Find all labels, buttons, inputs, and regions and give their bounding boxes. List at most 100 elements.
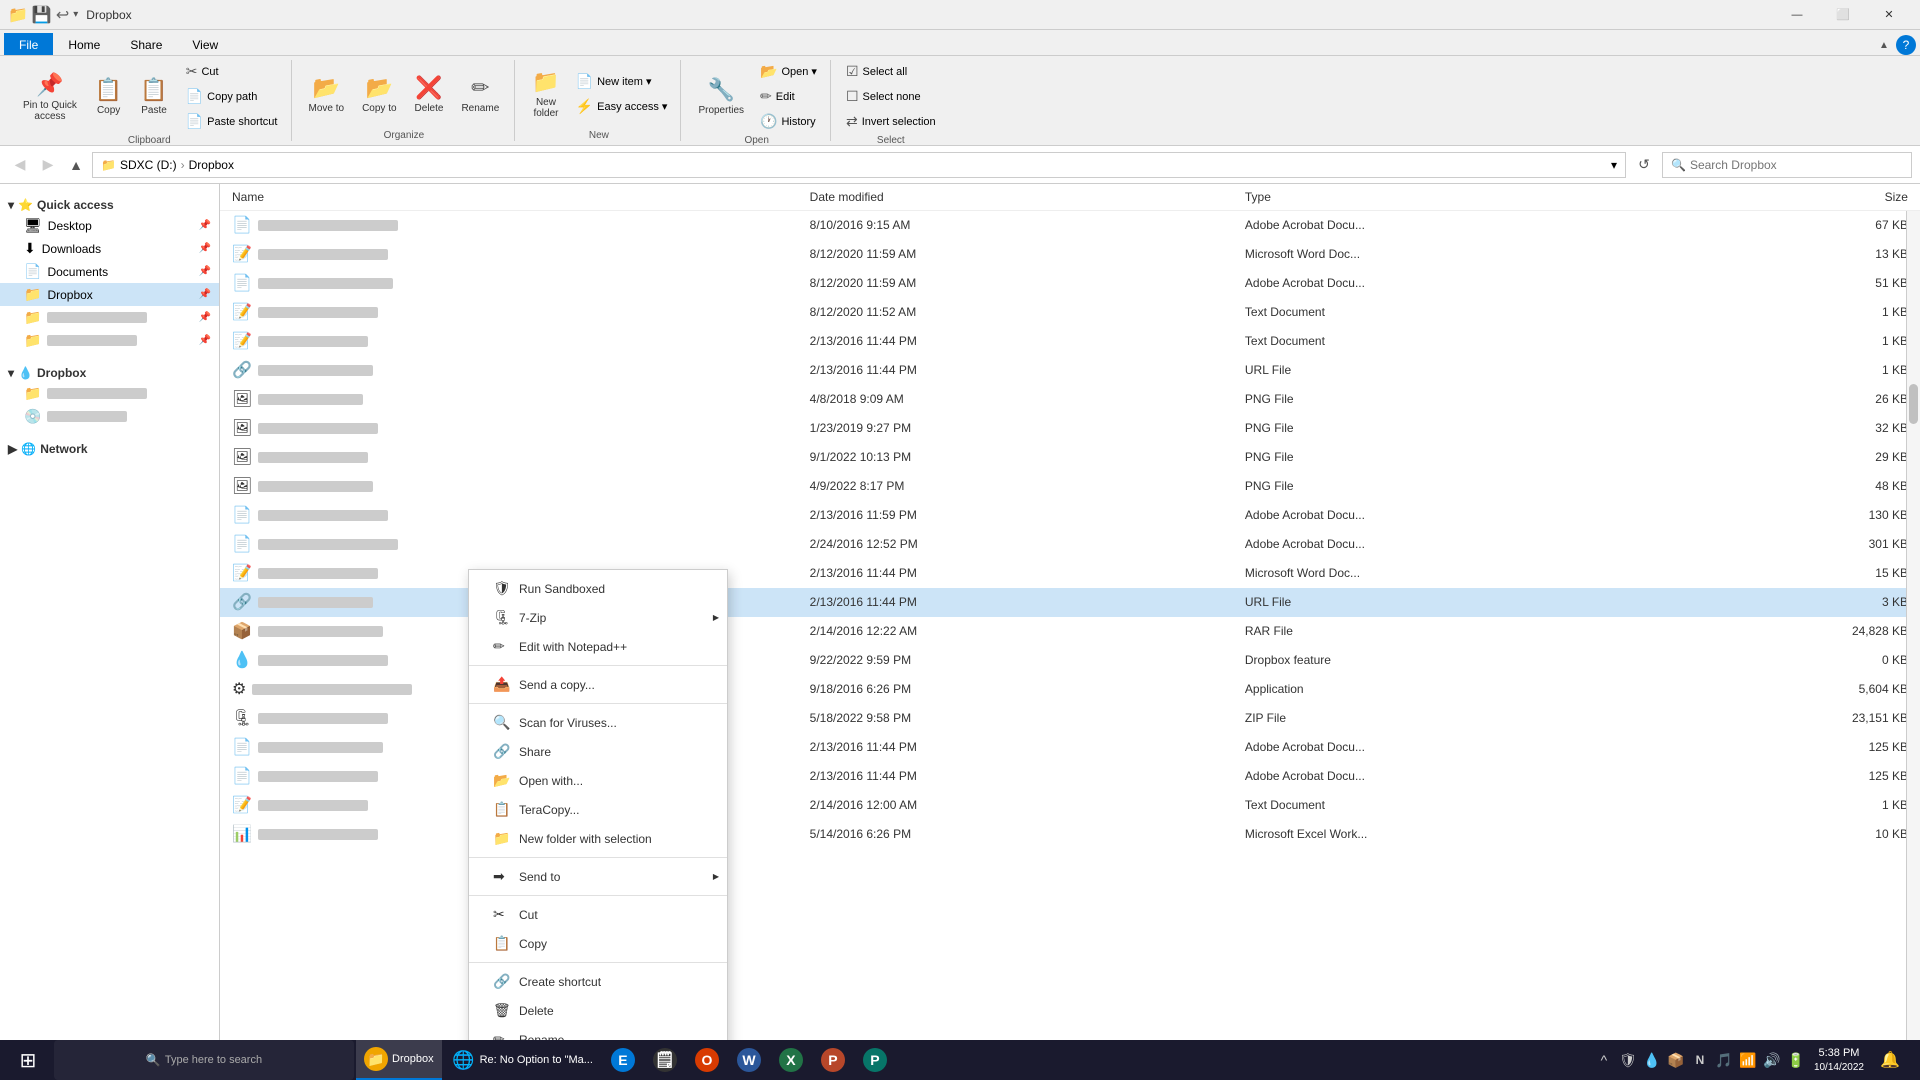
delete-button[interactable]: ❌ Delete bbox=[408, 70, 451, 119]
file-row[interactable]: 🔗 2/13/2016 11:44 PM URL File 1 KB bbox=[220, 356, 1920, 385]
file-row[interactable]: 🖼 4/8/2018 9:09 AM PNG File 26 KB bbox=[220, 385, 1920, 414]
properties-button[interactable]: 🔧 Properties bbox=[691, 72, 751, 121]
sidebar-item-downloads[interactable]: ⬇ Downloads 📌 bbox=[0, 237, 219, 260]
back-button[interactable]: ◀ bbox=[8, 153, 32, 177]
taskbar-btn-dropbox[interactable]: 📁 Dropbox bbox=[356, 1040, 442, 1080]
volume-icon[interactable]: 🔊 bbox=[1762, 1050, 1782, 1070]
ctx-run-sandboxed[interactable]: 🛡 Run Sandboxed bbox=[469, 574, 727, 603]
ctx-create-shortcut[interactable]: 🔗 Create shortcut bbox=[469, 967, 727, 996]
system-time[interactable]: 5:38 PM 10/14/2022 bbox=[1810, 1046, 1868, 1073]
dropbox-section[interactable]: ▾ 💧 Dropbox bbox=[0, 360, 219, 382]
ctx-copy[interactable]: 📋 Copy bbox=[469, 929, 727, 958]
pin-to-quick-access-button[interactable]: 📌 Pin to Quickaccess bbox=[16, 67, 84, 127]
close-button[interactable]: ✕ bbox=[1866, 0, 1912, 30]
copy-button[interactable]: 📋 Copy bbox=[88, 72, 129, 121]
sidebar-item-blurred-1[interactable]: 📁 📌 bbox=[0, 306, 219, 329]
battery-icon[interactable]: 🔋 bbox=[1786, 1050, 1806, 1070]
file-row[interactable]: 📄 2/13/2016 11:59 PM Adobe Acrobat Docu.… bbox=[220, 501, 1920, 530]
taskbar-btn-chrome[interactable]: 🌐 Re: No Option to "Ma... bbox=[444, 1040, 601, 1080]
sidebar-item-dropbox-sub-1[interactable]: 📁 bbox=[0, 382, 219, 405]
ctx-scan-viruses[interactable]: 🔍 Scan for Viruses... bbox=[469, 708, 727, 737]
ctx-delete[interactable]: 🗑 Delete bbox=[469, 996, 727, 1025]
sidebar-item-desktop[interactable]: 🖥 Desktop 📌 bbox=[0, 214, 219, 237]
taskbar-btn-edge[interactable]: E bbox=[603, 1040, 643, 1080]
up-button[interactable]: ▲ bbox=[64, 153, 88, 177]
tray-norton[interactable]: N bbox=[1690, 1050, 1710, 1070]
scrollbar[interactable] bbox=[1906, 184, 1920, 1052]
col-header-date[interactable]: Date modified bbox=[806, 188, 1241, 206]
ctx-teracopy[interactable]: 📋 TeraCopy... bbox=[469, 795, 727, 824]
tray-shield[interactable]: 🛡 bbox=[1618, 1050, 1638, 1070]
tab-view[interactable]: View bbox=[177, 33, 233, 55]
cut-small-button[interactable]: ✂ Cut bbox=[181, 60, 283, 83]
file-row[interactable]: 📝 8/12/2020 11:52 AM Text Document 1 KB bbox=[220, 298, 1920, 327]
file-row[interactable]: 📄 8/10/2016 9:15 AM Adobe Acrobat Docu..… bbox=[220, 211, 1920, 240]
ctx-open-with[interactable]: 📂 Open with... bbox=[469, 766, 727, 795]
tab-share[interactable]: Share bbox=[115, 33, 177, 55]
network-section[interactable]: ▶ 🌐 Network bbox=[0, 436, 219, 458]
taskbar-btn-word[interactable]: W bbox=[729, 1040, 769, 1080]
col-header-name[interactable]: Name bbox=[228, 188, 806, 206]
maximize-button[interactable]: ⬜ bbox=[1820, 0, 1866, 30]
easy-access-button[interactable]: ⚡ Easy access ▾ bbox=[571, 95, 673, 118]
edit-button[interactable]: ✏ Edit bbox=[755, 85, 822, 108]
tray-dropbox[interactable]: 💧 bbox=[1642, 1050, 1662, 1070]
refresh-button[interactable]: ↺ bbox=[1630, 151, 1658, 179]
ctx-send-copy[interactable]: 📤 Send a copy... bbox=[469, 670, 727, 699]
search-input[interactable] bbox=[1690, 158, 1903, 172]
file-row[interactable]: 📝 8/12/2020 11:59 AM Microsoft Word Doc.… bbox=[220, 240, 1920, 269]
tab-home[interactable]: Home bbox=[53, 33, 115, 55]
select-none-button[interactable]: ☐ Select none bbox=[841, 85, 941, 108]
select-all-button[interactable]: ☑ Select all bbox=[841, 60, 941, 83]
sidebar-item-documents[interactable]: 📄 Documents 📌 bbox=[0, 260, 219, 283]
ctx-edit-notepadpp[interactable]: ✏ Edit with Notepad++ bbox=[469, 632, 727, 661]
title-chevron[interactable]: ▾ bbox=[73, 9, 78, 20]
forward-button[interactable]: ▶ bbox=[36, 153, 60, 177]
address-chevron[interactable]: ▾ bbox=[1611, 158, 1617, 172]
history-button[interactable]: 🕐 History bbox=[755, 110, 822, 133]
ctx-cut[interactable]: ✂ Cut bbox=[469, 900, 727, 929]
scrollbar-thumb[interactable] bbox=[1909, 384, 1918, 424]
file-row[interactable]: 📝 2/13/2016 11:44 PM Text Document 1 KB bbox=[220, 327, 1920, 356]
copy-path-button[interactable]: 📄 Copy path bbox=[181, 85, 283, 108]
ctx-new-folder-selection[interactable]: 📁 New folder with selection bbox=[469, 824, 727, 853]
minimize-button[interactable]: — bbox=[1774, 0, 1820, 30]
col-header-type[interactable]: Type bbox=[1241, 188, 1676, 206]
address-path[interactable]: 📁 SDXC (D:) › Dropbox ▾ bbox=[92, 152, 1626, 178]
sidebar-item-dropbox[interactable]: 📁 Dropbox 📌 bbox=[0, 283, 219, 306]
sidebar-item-blurred-2[interactable]: 📁 📌 bbox=[0, 329, 219, 352]
open-button[interactable]: 📂 Open ▾ bbox=[755, 60, 822, 83]
tray-package[interactable]: 📦 bbox=[1666, 1050, 1686, 1070]
tab-file[interactable]: File bbox=[4, 33, 53, 55]
tray-music[interactable]: 🎵 bbox=[1714, 1050, 1734, 1070]
taskbar-btn-publisher[interactable]: P bbox=[855, 1040, 895, 1080]
tray-chevron[interactable]: ^ bbox=[1594, 1050, 1614, 1070]
move-to-button[interactable]: 📂 Move to bbox=[302, 70, 352, 119]
rename-button[interactable]: ✏ Rename bbox=[454, 70, 506, 119]
paste-button[interactable]: 📋 Paste bbox=[133, 72, 174, 121]
start-button[interactable]: ⊞ bbox=[4, 1040, 52, 1080]
ribbon-collapse-btn[interactable]: ▲ bbox=[1876, 37, 1892, 53]
file-row[interactable]: 🖼 1/23/2019 9:27 PM PNG File 32 KB bbox=[220, 414, 1920, 443]
ctx-share[interactable]: 🔗 Share bbox=[469, 737, 727, 766]
notification-button[interactable]: 🔔 bbox=[1872, 1040, 1908, 1080]
file-row[interactable]: 🖼 9/1/2022 10:13 PM PNG File 29 KB bbox=[220, 443, 1920, 472]
ctx-7zip[interactable]: 🗜 7-Zip bbox=[469, 603, 727, 632]
taskbar-btn-outlook[interactable]: O bbox=[687, 1040, 727, 1080]
help-button[interactable]: ? bbox=[1896, 35, 1916, 55]
quick-access-section[interactable]: ▾ ⭐ Quick access bbox=[0, 192, 219, 214]
paste-shortcut-button[interactable]: 📄 Paste shortcut bbox=[181, 110, 283, 133]
col-header-size[interactable]: Size bbox=[1676, 188, 1912, 206]
copy-to-button[interactable]: 📂 Copy to bbox=[355, 70, 403, 119]
file-row[interactable]: 📄 8/12/2020 11:59 AM Adobe Acrobat Docu.… bbox=[220, 269, 1920, 298]
new-item-button[interactable]: 📄 New item ▾ bbox=[571, 70, 673, 93]
new-folder-button[interactable]: 📁 Newfolder bbox=[525, 64, 566, 124]
taskbar-btn-ppt[interactable]: P bbox=[813, 1040, 853, 1080]
sidebar-item-dropbox-sub-2[interactable]: 💿 bbox=[0, 405, 219, 428]
taskbar-btn-notes[interactable]: 🗒 bbox=[645, 1040, 685, 1080]
ctx-send-to[interactable]: ➡ Send to bbox=[469, 862, 727, 891]
taskbar-btn-excel[interactable]: X bbox=[771, 1040, 811, 1080]
invert-selection-button[interactable]: ⇄ Invert selection bbox=[841, 110, 941, 133]
file-row[interactable]: 🖼 4/9/2022 8:17 PM PNG File 48 KB bbox=[220, 472, 1920, 501]
network-icon[interactable]: 📶 bbox=[1738, 1050, 1758, 1070]
